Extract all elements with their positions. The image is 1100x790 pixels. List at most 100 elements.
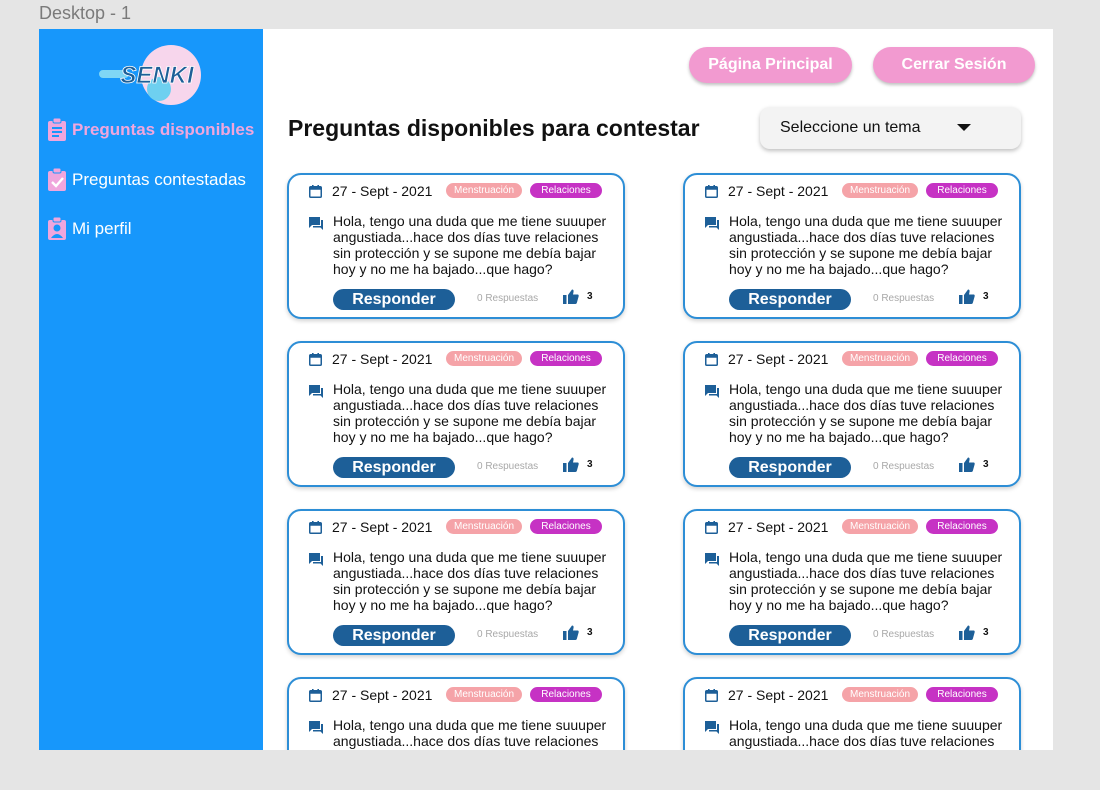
tag-menstruacion[interactable]: Menstruación xyxy=(446,183,522,198)
logout-button[interactable]: Cerrar Sesión xyxy=(873,47,1035,83)
frame-label: Desktop - 1 xyxy=(39,3,132,23)
tag-relaciones[interactable]: Relaciones xyxy=(926,183,998,198)
topic-select-value: Seleccione un tema xyxy=(780,119,921,136)
question-card: 27 - Sept - 2021 Menstruación Relaciones Ho… xyxy=(683,173,1021,319)
question-bubble-icon xyxy=(309,721,323,734)
question-bubble-icon xyxy=(705,721,719,734)
respond-button[interactable]: Responder xyxy=(333,625,455,646)
sidebar-item-label: Mi perfil xyxy=(72,219,132,238)
sidebar-item-label: Preguntas disponibles xyxy=(72,120,255,139)
thumbs-up-icon[interactable] xyxy=(959,625,975,640)
tag-menstruacion[interactable]: Menstruación xyxy=(446,351,522,366)
responses-count: 0 Respuestas xyxy=(477,293,539,304)
card-date-text: 27 - Sept - 2021 xyxy=(332,183,433,199)
tag-menstruacion[interactable]: Menstruación xyxy=(842,351,918,366)
clipboard-list-icon xyxy=(48,118,66,141)
chevron-down-icon xyxy=(957,124,971,131)
responses-count: 0 Respuestas xyxy=(873,629,935,640)
question-text: Hola, tengo una duda que me tiene suuupe… xyxy=(333,717,607,750)
question-bubble-icon xyxy=(705,385,719,398)
question-card: 27 - Sept - 2021 Menstruación Relaciones Ho… xyxy=(683,677,1021,750)
question-card: 27 - Sept - 2021 Menstruación Relaciones Ho… xyxy=(683,509,1021,655)
card-date: 27 - Sept - 2021 xyxy=(309,183,432,199)
card-date-text: 27 - Sept - 2021 xyxy=(728,183,829,199)
card-date: 27 - Sept - 2021 xyxy=(309,351,432,367)
likes-count: 3 xyxy=(983,627,989,638)
question-card: 27 - Sept - 2021 Menstruación Relaciones Ho… xyxy=(287,341,625,487)
senki-logo[interactable]: SENKI xyxy=(97,43,205,107)
thumbs-up-icon[interactable] xyxy=(563,457,579,472)
tag-relaciones[interactable]: Relaciones xyxy=(530,351,602,366)
question-bubble-icon xyxy=(309,553,323,566)
likes-count: 3 xyxy=(587,291,593,302)
question-text: Hola, tengo una duda que me tiene suuupe… xyxy=(729,549,1003,613)
responses-count: 0 Respuestas xyxy=(477,629,539,640)
responses-count: 0 Respuestas xyxy=(873,293,935,304)
calendar-icon xyxy=(309,352,322,366)
respond-button[interactable]: Responder xyxy=(729,625,851,646)
respond-button[interactable]: Responder xyxy=(333,457,455,478)
tag-menstruacion[interactable]: Menstruación xyxy=(446,687,522,702)
card-date: 27 - Sept - 2021 xyxy=(309,687,432,703)
sidebar-item-label: Preguntas contestadas xyxy=(72,170,246,189)
tag-relaciones[interactable]: Relaciones xyxy=(926,687,998,702)
responses-count: 0 Respuestas xyxy=(873,461,935,472)
tag-relaciones[interactable]: Relaciones xyxy=(926,351,998,366)
page-title: Preguntas disponibles para contestar xyxy=(288,115,700,141)
question-text: Hola, tengo una duda que me tiene suuupe… xyxy=(729,381,1003,445)
calendar-icon xyxy=(705,184,718,198)
tag-menstruacion[interactable]: Menstruación xyxy=(842,687,918,702)
question-card: 27 - Sept - 2021 Menstruación Relaciones Ho… xyxy=(287,677,625,750)
question-text: Hola, tengo una duda que me tiene suuupe… xyxy=(729,213,1003,277)
calendar-icon xyxy=(705,352,718,366)
thumbs-up-icon[interactable] xyxy=(563,625,579,640)
calendar-icon xyxy=(705,520,718,534)
card-date-text: 27 - Sept - 2021 xyxy=(728,687,829,703)
profile-badge-icon xyxy=(48,217,66,240)
responses-count: 0 Respuestas xyxy=(477,461,539,472)
card-date: 27 - Sept - 2021 xyxy=(705,687,828,703)
question-bubble-icon xyxy=(705,217,719,230)
desktop-frame: SENKI Preguntas disponibles Preguntas co… xyxy=(39,29,1053,750)
card-date: 27 - Sept - 2021 xyxy=(705,519,828,535)
respond-button[interactable]: Responder xyxy=(333,289,455,310)
sidebar-item-preguntas-contestadas[interactable]: Preguntas contestadas xyxy=(47,168,246,192)
calendar-icon xyxy=(705,688,718,702)
card-date-text: 27 - Sept - 2021 xyxy=(728,519,829,535)
respond-button[interactable]: Responder xyxy=(729,457,851,478)
tag-menstruacion[interactable]: Menstruación xyxy=(446,519,522,534)
sidebar-item-mi-perfil[interactable]: Mi perfil xyxy=(47,217,132,241)
tag-relaciones[interactable]: Relaciones xyxy=(530,519,602,534)
question-text: Hola, tengo una duda que me tiene suuupe… xyxy=(333,213,607,277)
question-text: Hola, tengo una duda que me tiene suuupe… xyxy=(333,381,607,445)
thumbs-up-icon[interactable] xyxy=(959,457,975,472)
logo-text: SENKI xyxy=(120,62,195,89)
card-date: 27 - Sept - 2021 xyxy=(705,351,828,367)
card-date-text: 27 - Sept - 2021 xyxy=(332,519,433,535)
card-date-text: 27 - Sept - 2021 xyxy=(332,351,433,367)
question-card: 27 - Sept - 2021 Menstruación Relaciones Ho… xyxy=(287,509,625,655)
question-card: 27 - Sept - 2021 Menstruación Relaciones Ho… xyxy=(683,341,1021,487)
sidebar-item-preguntas-disponibles[interactable]: Preguntas disponibles xyxy=(47,118,254,142)
question-bubble-icon xyxy=(309,217,323,230)
likes-count: 3 xyxy=(983,459,989,470)
respond-button[interactable]: Responder xyxy=(729,289,851,310)
thumbs-up-icon[interactable] xyxy=(959,289,975,304)
question-card: 27 - Sept - 2021 Menstruación Relaciones Ho… xyxy=(287,173,625,319)
topic-select[interactable]: Seleccione un tema xyxy=(760,107,1021,149)
tag-relaciones[interactable]: Relaciones xyxy=(530,687,602,702)
question-text: Hola, tengo una duda que me tiene suuupe… xyxy=(333,549,607,613)
tag-relaciones[interactable]: Relaciones xyxy=(530,183,602,198)
home-button[interactable]: Página Principal xyxy=(689,47,852,83)
likes-count: 3 xyxy=(587,459,593,470)
tag-relaciones[interactable]: Relaciones xyxy=(926,519,998,534)
card-date: 27 - Sept - 2021 xyxy=(309,519,432,535)
tag-menstruacion[interactable]: Menstruación xyxy=(842,183,918,198)
thumbs-up-icon[interactable] xyxy=(563,289,579,304)
likes-count: 3 xyxy=(983,291,989,302)
question-bubble-icon xyxy=(705,553,719,566)
calendar-icon xyxy=(309,688,322,702)
tag-menstruacion[interactable]: Menstruación xyxy=(842,519,918,534)
question-text: Hola, tengo una duda que me tiene suuupe… xyxy=(729,717,1003,750)
question-bubble-icon xyxy=(309,385,323,398)
